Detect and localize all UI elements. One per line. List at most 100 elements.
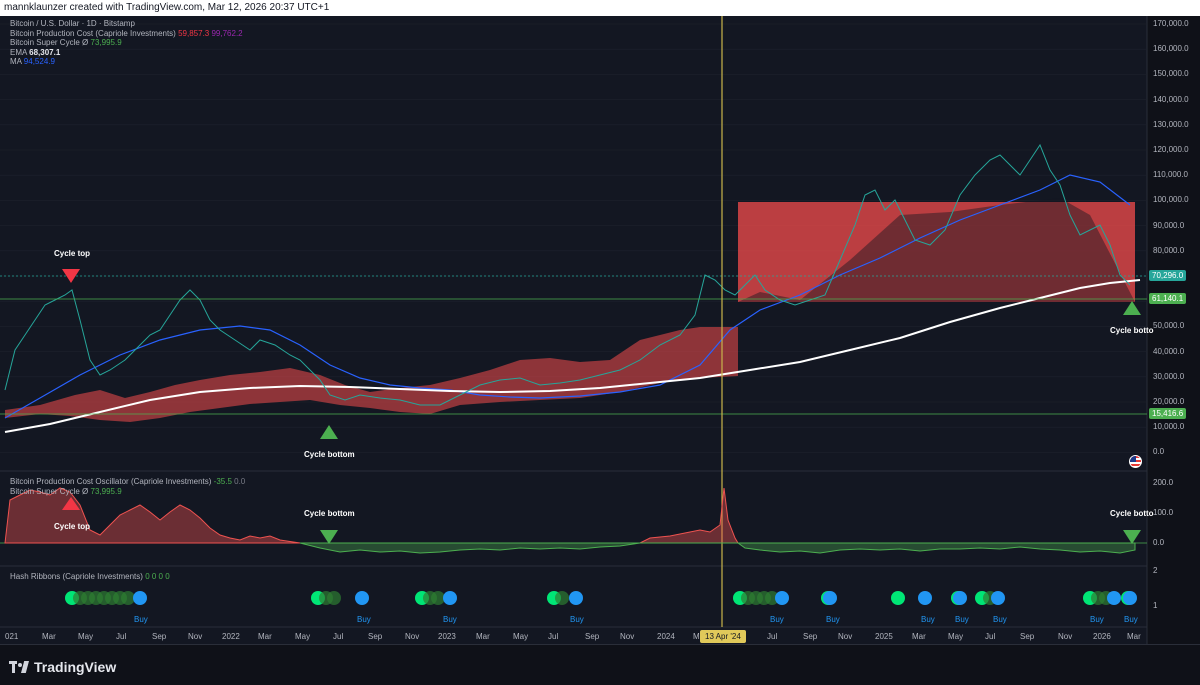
production-cost-v1: 59,857.3 <box>178 28 210 38</box>
production-cost-v2: 99,762.2 <box>211 28 243 38</box>
time-axis-label: 2024 <box>657 632 675 641</box>
price-axis-label: 170,000.0 <box>1153 19 1189 28</box>
time-axis-label: Sep <box>1020 632 1035 641</box>
price-axis-label: 140,000.0 <box>1153 94 1189 104</box>
time-axis-label: Nov <box>188 632 203 641</box>
time-axis-label: 2026 <box>1093 632 1111 641</box>
osc-value-2: 0.0 <box>234 477 246 486</box>
osc-axis-label: 0.0 <box>1153 538 1165 547</box>
oscillator-legend[interactable]: Bitcoin Production Cost Oscillator (Capr… <box>10 477 245 496</box>
hash-buy-dot <box>443 591 457 605</box>
hash-buy-dot <box>823 591 837 605</box>
date-marker-tag: 13 Apr '24 <box>700 630 746 643</box>
buy-label: Buy <box>443 615 457 624</box>
osc-legend-row: Bitcoin Production Cost Oscillator (Capr… <box>10 477 245 487</box>
hash-axis-label: 1 <box>1153 601 1158 610</box>
hash-ribbons-legend[interactable]: Hash Ribbons (Capriole Investments) 0 0 … <box>10 572 170 582</box>
cycle-bottom-label-2: Cycle botto <box>1110 326 1154 335</box>
time-axis-label: Jul <box>548 632 559 641</box>
legend-super-cycle: Bitcoin Super Cycle Ø 73,995.9 <box>10 38 243 48</box>
super-cycle-label: Bitcoin Super Cycle <box>10 38 80 47</box>
osc-cycle-bottom-label-2: Cycle botto <box>1110 509 1154 518</box>
production-cost-label: Bitcoin Production Cost (Capriole Invest… <box>10 28 176 38</box>
price-axis-label: 90,000.0 <box>1153 220 1185 230</box>
time-axis-label: Mar <box>42 632 56 641</box>
buy-label: Buy <box>921 615 935 624</box>
time-axis-label: Jul <box>985 632 996 641</box>
hash-ribbon-dot <box>121 591 135 605</box>
chart-canvas[interactable] <box>0 16 1200 644</box>
legend-title: Bitcoin / U.S. Dollar · 1D · Bitstamp <box>10 19 135 28</box>
buy-label: Buy <box>570 615 584 624</box>
price-axis-label: 0.0 <box>1153 447 1165 457</box>
legend-ema: EMA 68,307.1 <box>10 48 243 58</box>
hash-label: Hash Ribbons (Capriole Investments) <box>10 572 143 581</box>
hash-buy-dot <box>355 591 369 605</box>
price-axis-label: 80,000.0 <box>1153 245 1185 255</box>
time-axis-label: Sep <box>152 632 167 641</box>
attribution-text: mannklaunzer created with TradingView.co… <box>4 2 330 13</box>
time-axis-label: 2022 <box>222 632 240 641</box>
tradingview-logo-icon <box>9 661 29 673</box>
price-axis-label: 100,000.0 <box>1153 195 1189 205</box>
osc-axis-label: 100.0 <box>1153 508 1174 517</box>
support-price-tag: 61,140.1 <box>1149 293 1187 304</box>
buy-label: Buy <box>955 615 969 624</box>
ema-value: 68,307.1 <box>29 47 61 57</box>
time-axis-label: Sep <box>585 632 600 641</box>
osc-cycle-top-label: Cycle top <box>54 522 91 531</box>
hash-buy-dot <box>953 591 967 605</box>
buy-label: Buy <box>770 615 784 624</box>
ma-value: 94,524.9 <box>23 57 55 66</box>
us-flag-icon[interactable] <box>1129 455 1142 468</box>
ema-label: EMA <box>10 47 27 57</box>
time-axis-label: 021 <box>5 632 19 641</box>
hash-ribbon-dot <box>555 591 569 605</box>
hash-buy-dot <box>133 591 147 605</box>
hash-ribbon-dot <box>891 591 905 605</box>
time-axis-label: 2025 <box>875 632 893 641</box>
price-axis-label: 20,000.0 <box>1153 397 1185 406</box>
time-axis-label: May <box>295 632 311 641</box>
osc-super-cycle-symbol: Ø <box>82 486 89 496</box>
cycle-top-label: Cycle top <box>54 249 91 258</box>
osc-cycle-bottom-label: Cycle bottom <box>304 509 355 518</box>
price-axis-label: 110,000.0 <box>1153 170 1188 180</box>
time-axis-label: Nov <box>405 632 420 641</box>
attribution-bar: mannklaunzer created with TradingView.co… <box>0 0 1200 16</box>
time-axis-label: Sep <box>368 632 383 641</box>
buy-label: Buy <box>357 615 371 624</box>
time-axis-label: Jul <box>116 632 127 641</box>
current-price-tag: 70,296.0 <box>1149 270 1187 281</box>
time-axis-label: Mar <box>912 632 926 641</box>
hash-buy-dot <box>569 591 583 605</box>
osc-label: Bitcoin Production Cost Oscillator (Capr… <box>10 477 212 486</box>
chart-background <box>0 16 1147 644</box>
buy-label: Buy <box>134 615 148 624</box>
price-axis-label: 10,000.0 <box>1153 422 1185 432</box>
footer: TradingView <box>0 644 1200 685</box>
time-axis-label: Nov <box>838 632 853 641</box>
price-axis-label: 150,000.0 <box>1153 69 1189 79</box>
time-axis-label: Jul <box>333 632 344 641</box>
time-axis-label: Mar <box>258 632 272 641</box>
buy-label: Buy <box>1090 615 1104 624</box>
main-legend[interactable]: Bitcoin / U.S. Dollar · 1D · Bitstamp Bi… <box>10 19 243 67</box>
time-axis-label: Mar <box>1127 632 1141 641</box>
super-cycle-value: 73,995.9 <box>90 38 122 47</box>
tradingview-brand: TradingView <box>34 659 117 675</box>
hash-buy-dot <box>1123 591 1137 605</box>
price-axis-label: 130,000.0 <box>1153 119 1189 129</box>
price-axis-label: 30,000.0 <box>1153 371 1185 381</box>
hash-values: 0 0 0 0 <box>145 572 170 581</box>
legend-production-cost: Bitcoin Production Cost (Capriole Invest… <box>10 29 243 39</box>
tradingview-logo[interactable]: TradingView <box>9 659 116 675</box>
osc-super-cycle-row: Bitcoin Super Cycle Ø 73,995.9 <box>10 487 245 497</box>
legend-ma: MA 94,524.9 <box>10 57 243 67</box>
buy-label: Buy <box>826 615 840 624</box>
low-price-tag: 15,416.6 <box>1149 408 1187 419</box>
buy-label: Buy <box>993 615 1007 624</box>
hash-buy-dot <box>991 591 1005 605</box>
price-axis-label: 120,000.0 <box>1153 145 1189 154</box>
hash-ribbon-dot <box>327 591 341 605</box>
